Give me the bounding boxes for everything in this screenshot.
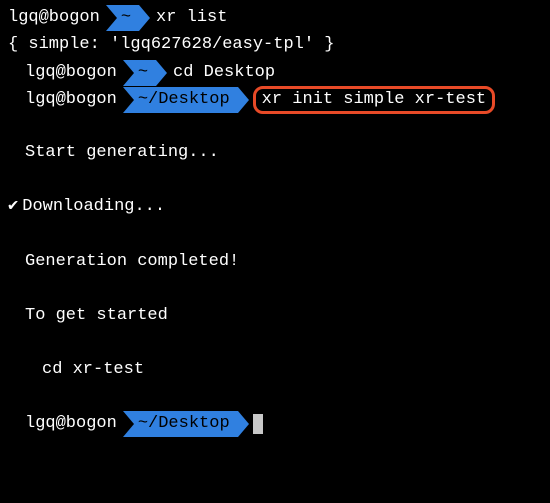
user-host: lgq@bogon [25, 59, 117, 86]
path-text: ~/Desktop [138, 410, 230, 437]
arrow-icon [123, 87, 134, 113]
output-cd-hint: cd xr-test [8, 356, 542, 383]
path-text: ~ [121, 4, 131, 31]
path-segment-desktop: ~/Desktop [123, 411, 238, 437]
prompt-line-2: lgq@bogon ~ cd Desktop [8, 59, 542, 86]
check-icon: ✔ [8, 197, 18, 216]
path-text: ~/Desktop [138, 86, 230, 113]
prompt-line-4: lgq@bogon ~/Desktop [8, 410, 542, 437]
path-segment-home: ~ [123, 60, 156, 86]
arrow-icon [156, 60, 167, 86]
path-text: ~ [138, 59, 148, 86]
arrow-icon [238, 411, 249, 437]
arrow-icon [123, 60, 134, 86]
arrow-icon [139, 5, 150, 31]
command-text[interactable]: xr list [156, 4, 227, 31]
arrow-icon [238, 87, 249, 113]
path-segment-home: ~ [106, 5, 139, 31]
output-completed: Generation completed! [8, 248, 542, 275]
user-host: lgq@bogon [25, 410, 117, 437]
output-to-start: To get started [8, 302, 542, 329]
arrow-icon [123, 411, 134, 437]
user-host: lgq@bogon [8, 4, 100, 31]
highlighted-command: xr init simple xr-test [253, 86, 495, 114]
command-text[interactable]: xr init simple xr-test [262, 86, 486, 113]
output-downloading: ✔Downloading... [8, 193, 542, 220]
output-list-result: { simple: 'lgq627628/easy-tpl' } [8, 31, 542, 58]
arrow-icon [106, 5, 117, 31]
prompt-line-1: lgq@bogon ~ xr list [8, 4, 542, 31]
output-start: Start generating... [8, 139, 542, 166]
command-text[interactable]: cd Desktop [173, 59, 275, 86]
user-host: lgq@bogon [25, 86, 117, 113]
cursor[interactable] [253, 414, 263, 434]
prompt-line-3: lgq@bogon ~/Desktop xr init simple xr-te… [8, 86, 542, 113]
path-segment-desktop: ~/Desktop [123, 87, 238, 113]
